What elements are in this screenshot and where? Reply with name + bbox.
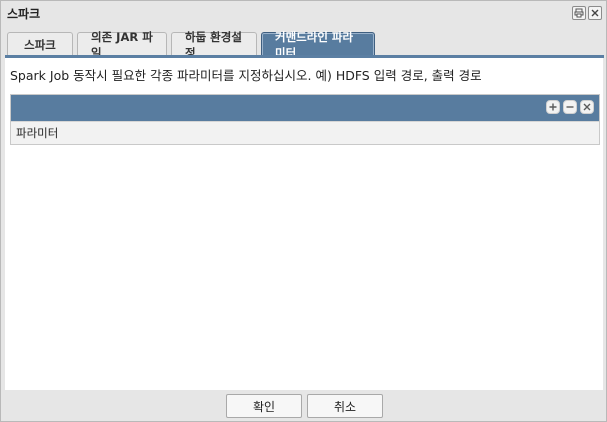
dialog-titlebar: 스파크 bbox=[1, 1, 606, 26]
print-button[interactable] bbox=[572, 6, 586, 20]
tab-spark[interactable]: 스파크 bbox=[7, 32, 73, 56]
tab-command-line-params[interactable]: 커맨드라인 파라미터 bbox=[261, 30, 375, 60]
spark-dialog: 스파크 스파크 의존 JAR 파일 하둡 환경설정 커맨드라인 파라미터 Spa… bbox=[0, 0, 607, 422]
close-icon bbox=[591, 9, 599, 17]
grid-tools bbox=[546, 100, 594, 114]
cancel-button[interactable]: 취소 bbox=[307, 394, 383, 418]
close-icon bbox=[583, 103, 591, 111]
minus-icon bbox=[566, 106, 574, 108]
dialog-footer: 확인 취소 bbox=[5, 390, 603, 420]
plus-icon bbox=[549, 103, 557, 111]
description-text: Spark Job 동작시 필요한 각종 파라미터를 지정하십시오. 예) HD… bbox=[10, 68, 482, 83]
tab-bar: 스파크 의존 JAR 파일 하둡 환경설정 커맨드라인 파라미터 bbox=[7, 30, 375, 60]
title-buttons bbox=[572, 6, 602, 20]
grid-toolbar bbox=[11, 95, 599, 121]
close-button[interactable] bbox=[588, 6, 602, 20]
tab-content: Spark Job 동작시 필요한 각종 파라미터를 지정하십시오. 예) HD… bbox=[5, 58, 603, 390]
clear-parameters-button[interactable] bbox=[580, 100, 594, 114]
tab-label: 스파크 bbox=[24, 37, 56, 52]
parameter-grid: 파라미터 bbox=[10, 94, 600, 145]
ok-button[interactable]: 확인 bbox=[226, 394, 302, 418]
print-icon bbox=[574, 8, 584, 18]
remove-parameter-button[interactable] bbox=[563, 100, 577, 114]
column-header-label: 파라미터 bbox=[16, 126, 59, 140]
tab-hadoop-config[interactable]: 하둡 환경설정 bbox=[171, 30, 257, 60]
dialog-title: 스파크 bbox=[7, 7, 41, 21]
add-parameter-button[interactable] bbox=[546, 100, 560, 114]
tab-dependency-jar[interactable]: 의존 JAR 파일 bbox=[77, 30, 167, 60]
column-header-parameter[interactable]: 파라미터 bbox=[11, 121, 599, 144]
